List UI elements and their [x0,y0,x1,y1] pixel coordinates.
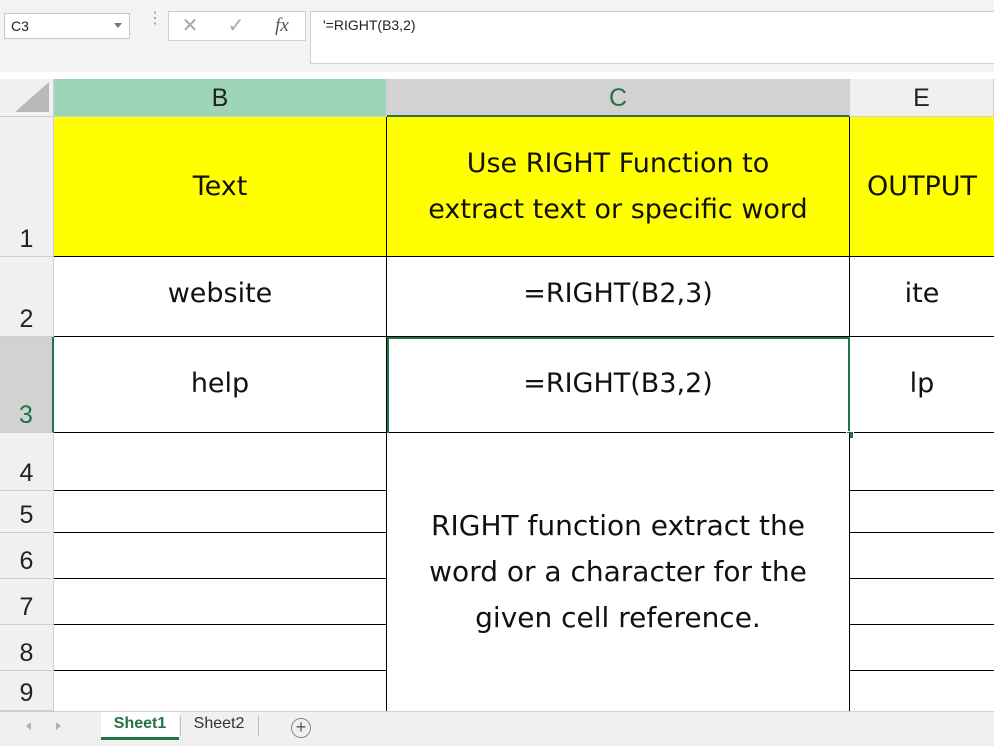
cell-c2[interactable]: =RIGHT(B2,3) [387,257,850,337]
cell-b2-text: website [167,278,273,309]
column-header-c[interactable]: C [387,79,850,117]
cancel-icon[interactable]: ✕ [175,14,205,38]
cell-c3[interactable]: =RIGHT(B3,2) [387,337,850,433]
sheet-tab-sheet2[interactable]: Sheet2 [181,712,257,740]
cell-b1-text: Text [192,170,248,202]
cell-b3[interactable]: help [54,337,387,433]
name-box-value: C3 [11,18,29,34]
row-header-2[interactable]: 2 [0,257,54,337]
cell-b2[interactable]: website [54,257,387,337]
row-header-3[interactable]: 3 [0,337,54,433]
cell-e3-text: lp [909,368,935,399]
formula-buttons: ✕ ✓ fx [168,11,306,41]
cell-e8[interactable] [850,625,994,671]
cell-e6[interactable] [850,533,994,579]
note-text: RIGHT function extract the word or a cha… [429,509,807,634]
row-header-7[interactable]: 7 [0,579,54,625]
cell-b9[interactable] [54,671,387,711]
cell-c1-text: Use RIGHT Function to extract text or sp… [428,147,808,225]
cell-b4[interactable] [54,433,387,491]
select-all-icon [15,82,49,112]
name-box[interactable]: C3 [4,13,130,39]
add-sheet-icon[interactable]: + [291,718,311,738]
cell-b1[interactable]: Text [54,117,387,257]
sheet-tab-sheet1[interactable]: Sheet1 [101,712,179,740]
row-header-6[interactable]: 6 [0,533,54,579]
cell-e4[interactable] [850,433,994,491]
merged-note-cell[interactable]: RIGHT function extract the word or a cha… [387,433,850,711]
row-header-5[interactable]: 5 [0,491,54,533]
select-all-corner[interactable] [0,79,54,117]
formula-bar: C3 ⋮ ✕ ✓ fx '=RIGHT(B3,2) [0,0,994,72]
insert-function-button[interactable]: fx [267,14,297,38]
cell-e9[interactable] [850,671,994,711]
scroll-tabs-right-icon[interactable] [56,722,61,730]
check-icon[interactable]: ✓ [221,14,251,38]
cell-e7[interactable] [850,579,994,625]
row-header-9[interactable]: 9 [0,671,54,711]
tab-divider [258,716,259,736]
sheet-tab-bar: Sheet1 Sheet2 + [0,711,994,746]
drag-handle-icon[interactable]: ⋮ [147,11,163,36]
cell-b8[interactable] [54,625,387,671]
cell-b7[interactable] [54,579,387,625]
cell-e1-text: OUTPUT [866,170,978,202]
column-header-b[interactable]: B [54,79,387,117]
row-header-8[interactable]: 8 [0,625,54,671]
chevron-down-icon[interactable] [114,23,122,28]
row-header-1[interactable]: 1 [0,117,54,257]
row-header-4[interactable]: 4 [0,433,54,491]
cell-e3[interactable]: lp [850,337,994,433]
cell-e1[interactable]: OUTPUT [850,117,994,257]
cell-e5[interactable] [850,491,994,533]
formula-input[interactable]: '=RIGHT(B3,2) [310,11,994,64]
cell-b3-text: help [190,368,250,399]
cell-b5[interactable] [54,491,387,533]
cell-b6[interactable] [54,533,387,579]
cell-c3-text: =RIGHT(B3,2) [523,368,713,399]
cell-e2[interactable]: ite [850,257,994,337]
scroll-tabs-left-icon[interactable] [26,722,31,730]
cell-c2-text: =RIGHT(B2,3) [523,278,713,309]
column-header-e[interactable]: E [850,79,994,117]
cell-c1[interactable]: Use RIGHT Function to extract text or sp… [387,117,850,257]
cell-e2-text: ite [904,278,940,309]
